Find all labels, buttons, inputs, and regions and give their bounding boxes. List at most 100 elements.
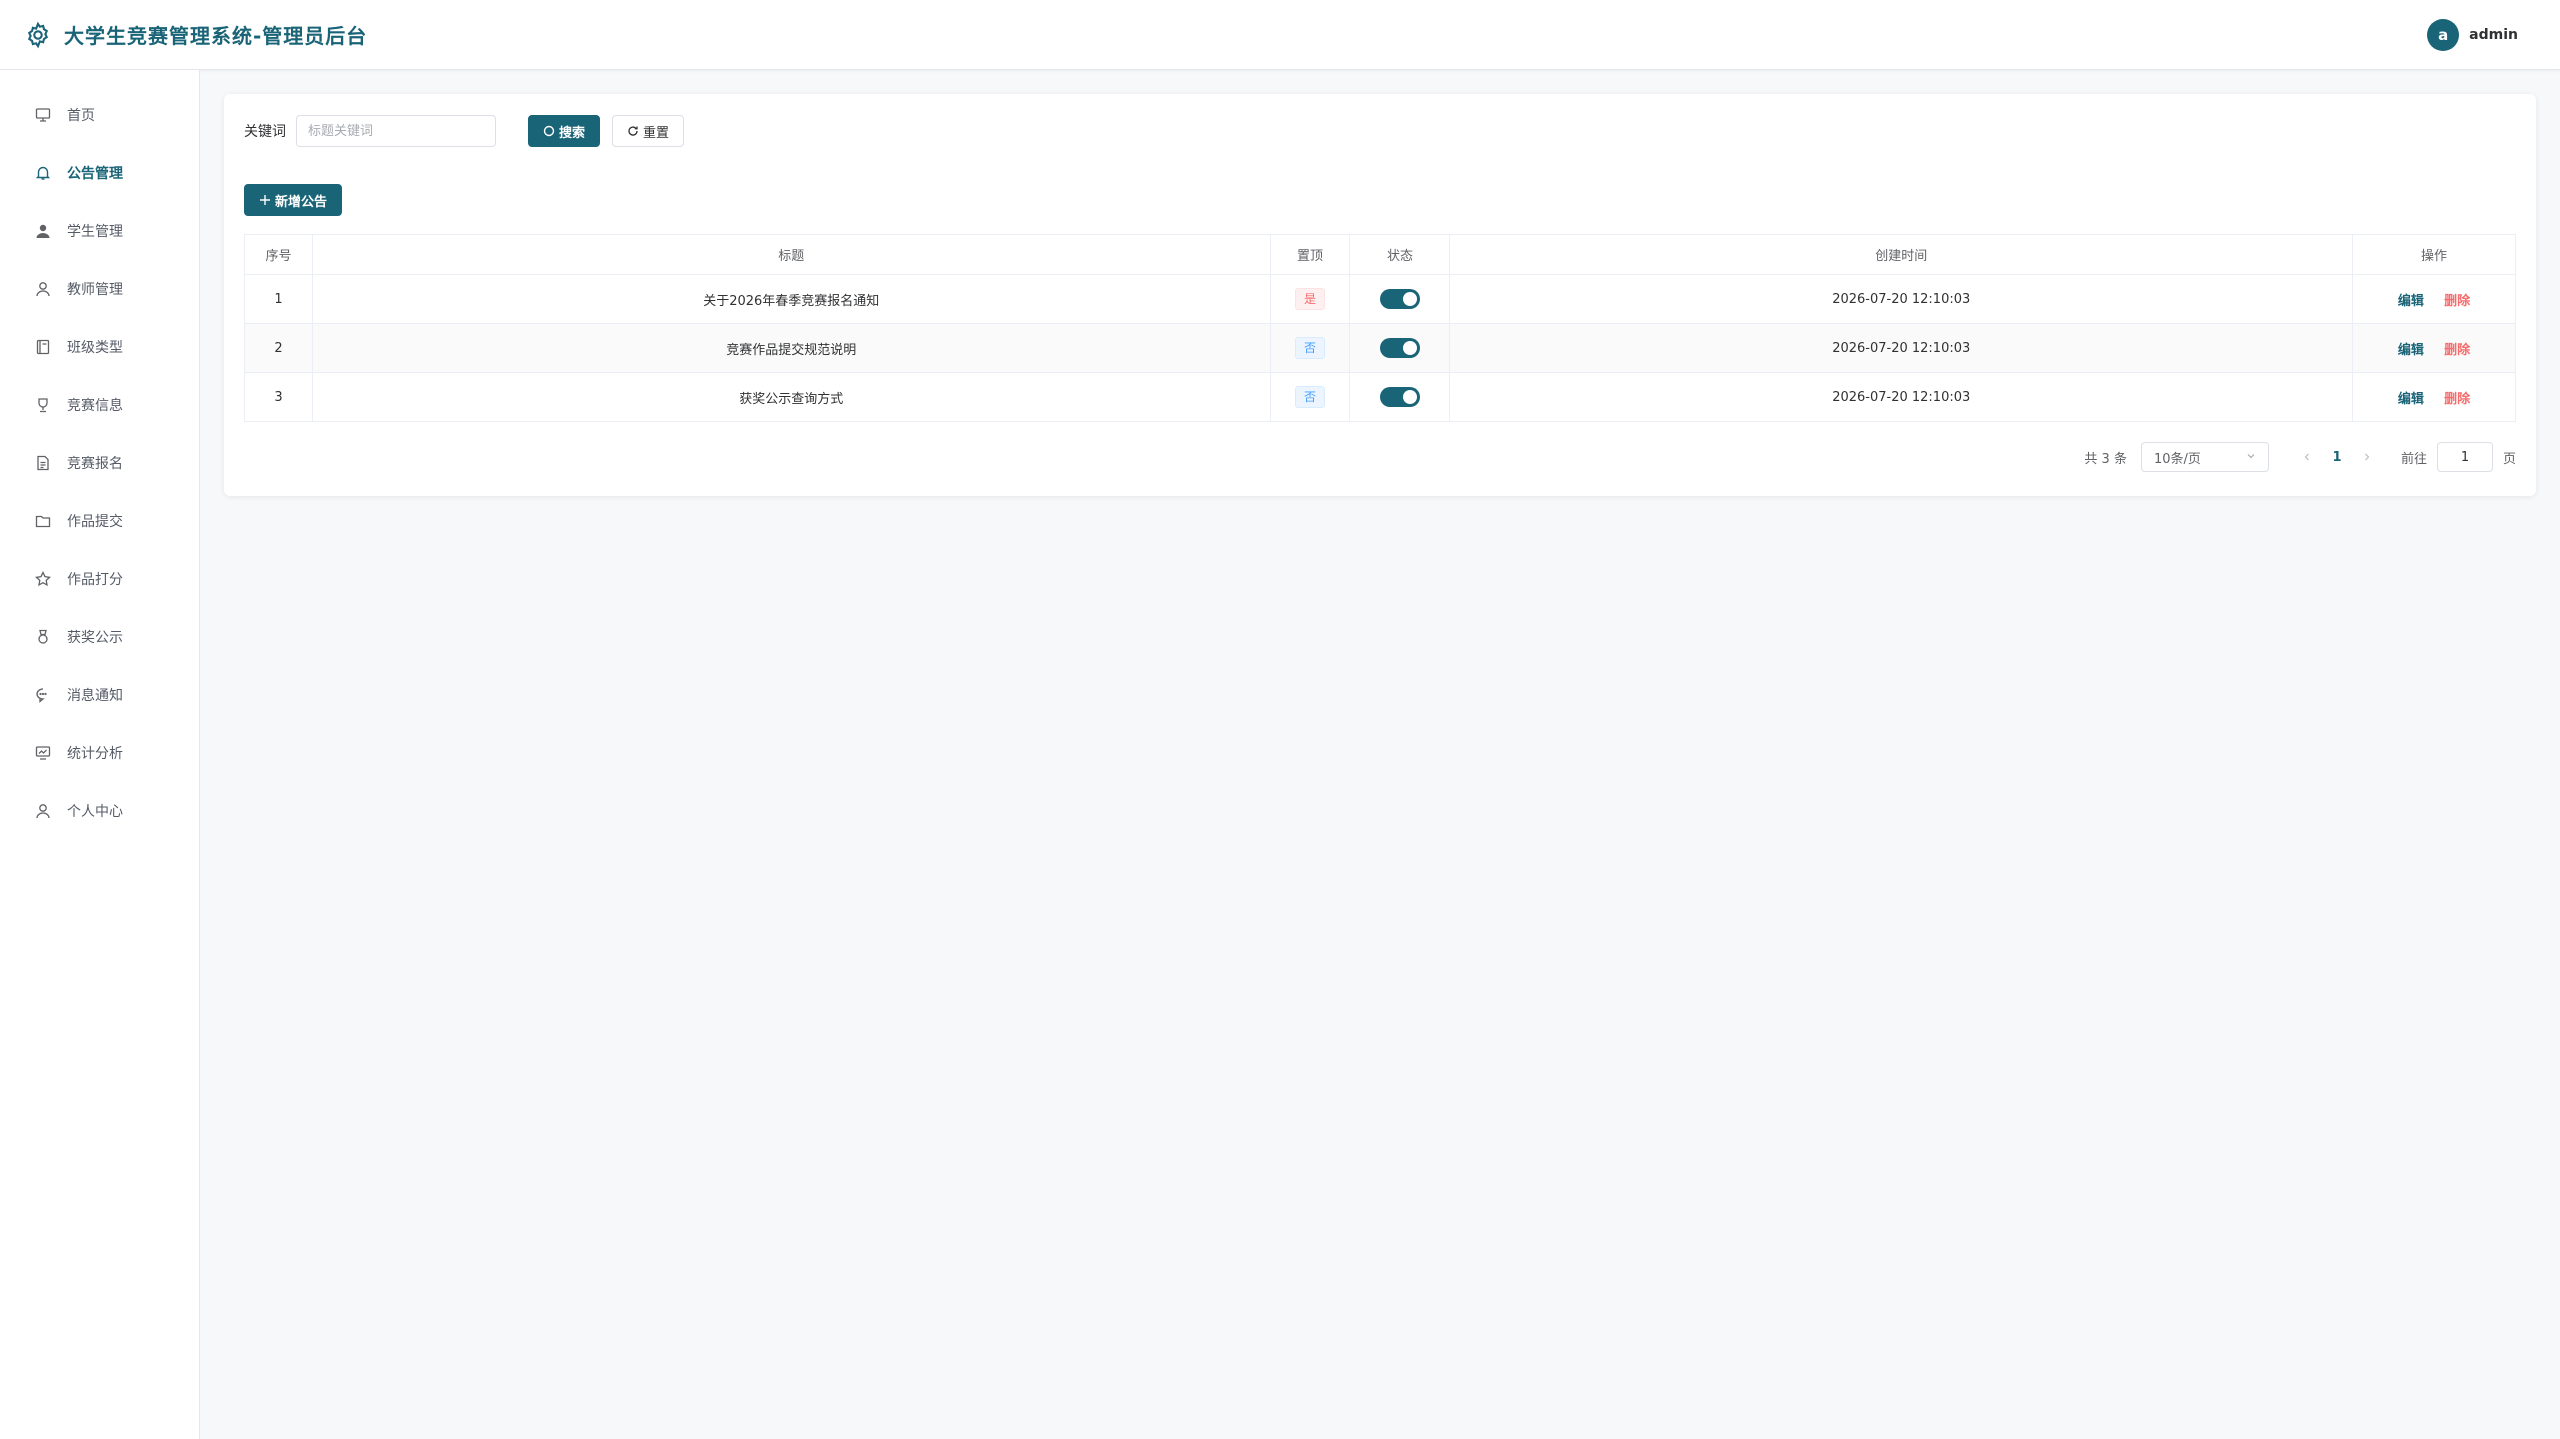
row-index: 2	[244, 323, 313, 373]
total-count: 共 3 条	[2084, 451, 2127, 467]
goto-suffix: 页	[2502, 451, 2516, 467]
sidebar-item-announcements[interactable]: 公告管理	[0, 144, 199, 202]
column-header: 状态	[1349, 234, 1451, 275]
sidebar-item-label: 教师管理	[67, 282, 123, 298]
pinned-badge: 否	[1294, 386, 1325, 408]
chevron-right-icon	[2365, 453, 2370, 461]
delete-link[interactable]: 删除	[2444, 294, 2470, 309]
reset-button-label: 重置	[643, 125, 670, 141]
search-button-label: 搜索	[559, 125, 586, 141]
column-header: 操作	[2352, 234, 2516, 275]
sidebar-item-label: 获奖公示	[67, 630, 123, 646]
edit-link[interactable]: 编辑	[2398, 343, 2424, 358]
row-created-time: 2026-07-20 12:10:03	[1449, 323, 2354, 373]
user-menu[interactable]: a admin	[2427, 18, 2518, 51]
app-title: 大学生竞赛管理系统-管理员后台	[64, 24, 368, 48]
medal-icon	[34, 628, 52, 646]
row-title: 获奖公示查询方式	[311, 372, 1271, 422]
user-filled-icon	[34, 222, 52, 240]
page-size-value: 10条/页	[2153, 451, 2201, 467]
action-bar: 新增公告	[244, 184, 2516, 216]
announcement-table: 序号 标题 置顶 状态 创建时间 操作 1 关于2026年春季竞赛报名通知 是 …	[244, 234, 2516, 422]
monitor-icon	[34, 106, 52, 124]
star-icon	[34, 570, 52, 588]
user-icon	[34, 280, 52, 298]
sidebar-item-label: 学生管理	[67, 224, 123, 240]
sidebar-item-scoring[interactable]: 作品打分	[0, 550, 199, 608]
status-toggle[interactable]	[1379, 387, 1420, 407]
sidebar-item-statistics[interactable]: 统计分析	[0, 724, 199, 782]
pinned-badge: 否	[1294, 337, 1325, 359]
row-created-time: 2026-07-20 12:10:03	[1449, 274, 2354, 324]
page-size-select[interactable]: 10条/页	[2140, 442, 2269, 472]
sidebar-item-class-types[interactable]: 班级类型	[0, 318, 199, 376]
sidebar-item-label: 首页	[67, 108, 95, 124]
column-header: 标题	[311, 234, 1271, 275]
status-toggle[interactable]	[1379, 338, 1420, 358]
sidebar-item-messages[interactable]: 消息通知	[0, 666, 199, 724]
delete-link[interactable]: 删除	[2444, 392, 2470, 407]
page-number[interactable]: 1	[2321, 443, 2353, 471]
sidebar-item-label: 班级类型	[67, 340, 123, 356]
row-title: 关于2026年春季竞赛报名通知	[311, 274, 1271, 324]
folder-icon	[34, 512, 52, 530]
sidebar-item-registration[interactable]: 竞赛报名	[0, 434, 199, 492]
search-button[interactable]: 搜索	[528, 115, 601, 147]
row-created-time: 2026-07-20 12:10:03	[1449, 372, 2354, 422]
sidebar-item-label: 统计分析	[67, 746, 123, 762]
table-header-row: 序号 标题 置顶 状态 创建时间 操作	[244, 234, 2516, 275]
keyword-label: 关键词	[244, 124, 286, 140]
goto-label: 前往	[2400, 451, 2427, 467]
sidebar-item-label: 消息通知	[67, 688, 123, 704]
trophy-icon	[34, 396, 52, 414]
sidebar-item-label: 作品打分	[67, 572, 123, 588]
table-row: 2 竞赛作品提交规范说明 否 2026-07-20 12:10:03 编辑 删除	[244, 323, 2516, 373]
reset-button[interactable]: 重置	[612, 115, 685, 147]
sidebar-item-label: 作品提交	[67, 514, 123, 530]
status-toggle[interactable]	[1379, 289, 1420, 309]
goto-page-input[interactable]	[2436, 442, 2493, 472]
edit-link[interactable]: 编辑	[2398, 294, 2424, 309]
notebook-icon	[34, 338, 52, 356]
sidebar-item-profile[interactable]: 个人中心	[0, 782, 199, 840]
delete-link[interactable]: 删除	[2444, 343, 2470, 358]
sidebar-item-teachers[interactable]: 教师管理	[0, 260, 199, 318]
next-page-button[interactable]	[2353, 443, 2381, 471]
username[interactable]: admin	[2469, 27, 2518, 43]
column-header: 置顶	[1269, 234, 1351, 275]
sidebar-item-home[interactable]: 首页	[0, 86, 199, 144]
sidebar: 首页 公告管理 学生管理 教师管理 班级类型 竞赛信息 竞赛报名 作品提交 作品…	[0, 70, 200, 1439]
document-icon	[34, 454, 52, 472]
sidebar-item-competitions[interactable]: 竞赛信息	[0, 376, 199, 434]
pagination: 共 3 条 10条/页 1 前往 页	[2084, 442, 2516, 472]
bell-icon	[34, 164, 52, 182]
search-bar: 关键词 搜索 重置	[244, 114, 2516, 148]
chevron-down-icon	[2246, 450, 2256, 465]
top-header: 大学生竞赛管理系统-管理员后台 a admin	[0, 0, 2560, 70]
plus-icon	[259, 194, 271, 206]
add-button-label: 新增公告	[275, 194, 328, 210]
chart-icon	[34, 744, 52, 762]
table-row: 3 获奖公示查询方式 否 2026-07-20 12:10:03 编辑 删除	[244, 372, 2516, 422]
avatar[interactable]: a	[2427, 18, 2460, 51]
row-index: 3	[244, 372, 313, 422]
search-icon	[543, 125, 555, 137]
sidebar-item-awards[interactable]: 获奖公示	[0, 608, 199, 666]
chat-icon	[34, 686, 52, 704]
add-announcement-button[interactable]: 新增公告	[244, 184, 343, 216]
chevron-left-icon	[2304, 453, 2309, 461]
sidebar-item-students[interactable]: 学生管理	[0, 202, 199, 260]
pinned-badge: 是	[1294, 288, 1325, 310]
announcement-panel: 关键词 搜索 重置 新增公告 序号 标题 置顶	[224, 94, 2536, 496]
sidebar-item-label: 个人中心	[67, 804, 123, 820]
keyword-input[interactable]	[296, 115, 496, 147]
user-icon	[34, 802, 52, 820]
sidebar-item-label: 竞赛信息	[67, 398, 123, 414]
table-row: 1 关于2026年春季竞赛报名通知 是 2026-07-20 12:10:03 …	[244, 274, 2516, 324]
row-index: 1	[244, 274, 313, 324]
edit-link[interactable]: 编辑	[2398, 392, 2424, 407]
column-header: 序号	[244, 234, 313, 275]
sidebar-item-submission[interactable]: 作品提交	[0, 492, 199, 550]
prev-page-button[interactable]	[2293, 443, 2321, 471]
column-header: 创建时间	[1449, 234, 2354, 275]
